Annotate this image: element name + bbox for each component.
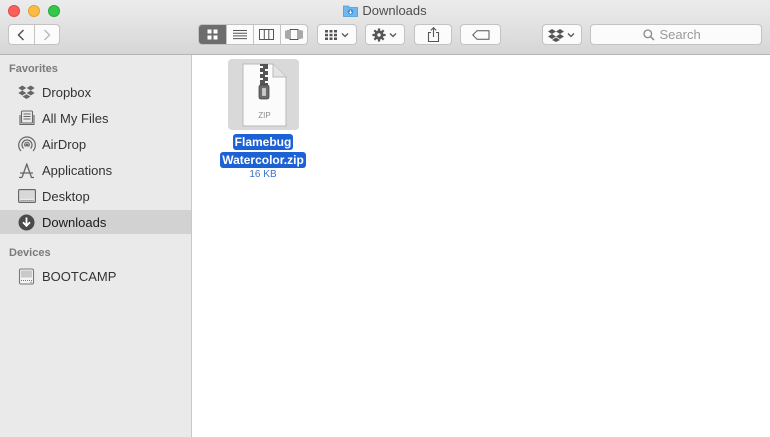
file-thumbnail-selection[interactable]: ZIP [228,59,299,130]
tag-button[interactable] [460,24,501,45]
window-title-text: Downloads [362,3,427,18]
gear-icon [372,27,397,42]
file-name-line-1: Flamebug [232,134,294,150]
toolbar: Downloads [0,0,770,55]
column-view-button[interactable] [252,25,280,44]
favorites-header: Favorites [9,63,58,75]
all-files-icon [17,109,36,128]
file-item[interactable]: ZIP Flamebug Watercolor.zip 16 KB [219,59,307,180]
sidebar-item-label: Desktop [42,188,90,204]
file-name-line-2: Watercolor.zip [220,152,306,168]
devices-header: Devices [9,247,51,259]
sidebar: Favorites Dropbox All My Files AirDrop A… [0,55,192,437]
back-button[interactable] [9,25,34,44]
view-mode-group [198,24,308,45]
window-title: Downloads [0,3,770,19]
applications-icon [17,161,36,180]
search-icon [642,28,655,41]
search-input[interactable] [659,27,710,42]
folder-downloads-icon [343,4,359,21]
forward-button[interactable] [33,25,59,44]
tag-icon [471,29,489,40]
sidebar-item-applications[interactable]: Applications [0,158,191,182]
sidebar-item-label: All My Files [42,110,109,126]
sidebar-item-label: Applications [42,162,113,178]
file-name-label[interactable]: Flamebug Watercolor.zip [219,133,307,169]
sidebar-item-label: AirDrop [42,136,87,152]
list-view-icon [232,30,247,40]
hard-drive-icon [17,267,36,286]
list-view-button[interactable] [225,25,253,44]
sidebar-item-all-my-files[interactable]: All My Files [0,106,191,130]
back-forward-group [8,24,60,45]
share-button[interactable] [414,24,452,45]
desktop-icon [17,187,36,206]
chevron-left-icon [17,28,25,41]
sidebar-item-desktop[interactable]: Desktop [0,184,191,208]
file-browser-area[interactable]: ZIP Flamebug Watercolor.zip 16 KB [193,55,770,437]
icon-view-icon [207,29,218,40]
dropbox-icon [548,28,575,42]
arrange-button[interactable] [317,24,357,45]
share-icon [427,27,439,42]
chevron-right-icon [43,28,51,41]
sidebar-item-label: Downloads [42,214,107,230]
dropbox-toolbar-button[interactable] [542,24,582,45]
file-size-label: 16 KB [249,169,277,180]
sidebar-item-downloads[interactable]: Downloads [0,210,191,234]
airdrop-icon [17,135,36,154]
sidebar-item-dropbox[interactable]: Dropbox [0,80,191,104]
icon-view-button[interactable] [199,25,226,44]
downloads-icon [17,213,36,232]
zip-badge-text: ZIP [258,111,270,120]
column-view-icon [259,29,275,40]
arrange-grid-icon [325,29,349,40]
dropbox-icon [17,83,36,102]
zip-file-icon: ZIP [242,63,286,126]
cover-flow-view-icon [285,29,303,40]
sidebar-item-label: Dropbox [42,84,92,100]
action-button[interactable] [365,24,405,45]
sidebar-item-label: BOOTCAMP [42,268,117,284]
search-field[interactable] [590,24,762,45]
cover-flow-view-button[interactable] [279,25,307,44]
sidebar-item-airdrop[interactable]: AirDrop [0,132,191,156]
sidebar-item-bootcamp[interactable]: BOOTCAMP [0,264,191,288]
finder-window: Downloads Search Favorites Dropbox All M… [0,0,770,437]
